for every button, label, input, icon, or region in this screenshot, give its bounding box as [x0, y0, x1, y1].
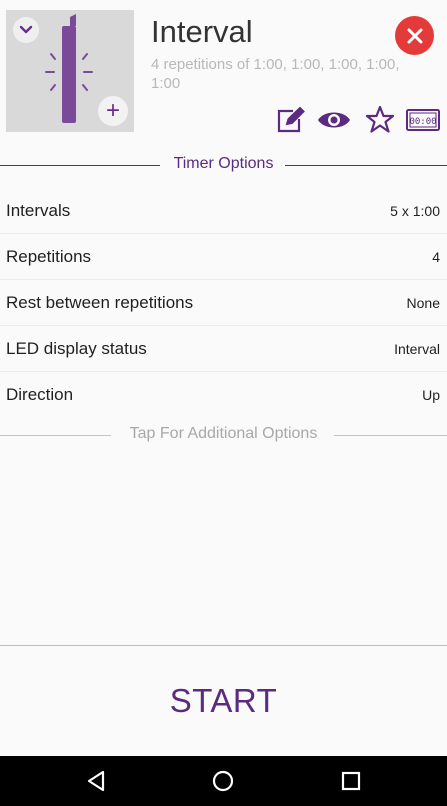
- interval-timer-art: [45, 14, 93, 123]
- timer-summary: 4 repetitions of 1:00, 1:00, 1:00, 1:00,…: [151, 56, 400, 92]
- option-label: Direction: [6, 385, 74, 404]
- additional-options-label: Tap For Additional Options: [129, 425, 318, 442]
- option-label: Repetitions: [6, 246, 92, 266]
- option-value: Up: [422, 387, 440, 403]
- option-row-repetitions[interactable]: Repetitions 4: [0, 234, 447, 280]
- eye-icon[interactable]: [317, 108, 351, 137]
- home-icon[interactable]: [211, 769, 235, 793]
- recents-icon[interactable]: [339, 769, 363, 793]
- option-value: 4: [432, 248, 440, 265]
- timer-options-heading: Timer Options: [173, 155, 274, 172]
- back-icon[interactable]: [84, 769, 108, 793]
- plus-icon[interactable]: +: [98, 96, 128, 126]
- edit-icon[interactable]: [275, 106, 305, 139]
- start-button[interactable]: START: [0, 646, 447, 756]
- system-nav-bar: [0, 756, 447, 806]
- option-value: None: [406, 294, 440, 311]
- timer-options-divider: Timer Options: [0, 155, 447, 175]
- led-display-icon[interactable]: 00:00: [406, 109, 440, 136]
- timer-thumbnail[interactable]: +: [6, 10, 134, 132]
- timer-header: + Interval 4 repetitions of 1:00, 1:00, …: [0, 0, 447, 140]
- svg-text:00:00: 00:00: [409, 117, 436, 127]
- option-label: LED display status: [6, 338, 147, 358]
- option-value: 5 x 1:00: [390, 202, 440, 219]
- star-icon[interactable]: [365, 105, 395, 138]
- option-row-rest[interactable]: Rest between repetitions None: [0, 280, 447, 326]
- option-row-led-display-status[interactable]: LED display status Interval: [0, 326, 447, 372]
- timer-title: Interval: [151, 14, 253, 49]
- chevron-down-icon[interactable]: [13, 17, 39, 43]
- option-label: Rest between repetitions: [6, 292, 194, 312]
- option-row-direction[interactable]: Direction Up: [0, 372, 447, 418]
- option-label: Intervals: [6, 200, 71, 220]
- timer-options-list: Intervals 5 x 1:00 Repetitions 4 Rest be…: [0, 188, 447, 418]
- additional-options-toggle[interactable]: Tap For Additional Options: [0, 425, 447, 445]
- option-value: Interval: [394, 340, 440, 357]
- option-row-intervals[interactable]: Intervals 5 x 1:00: [0, 188, 447, 234]
- close-icon[interactable]: [395, 16, 434, 55]
